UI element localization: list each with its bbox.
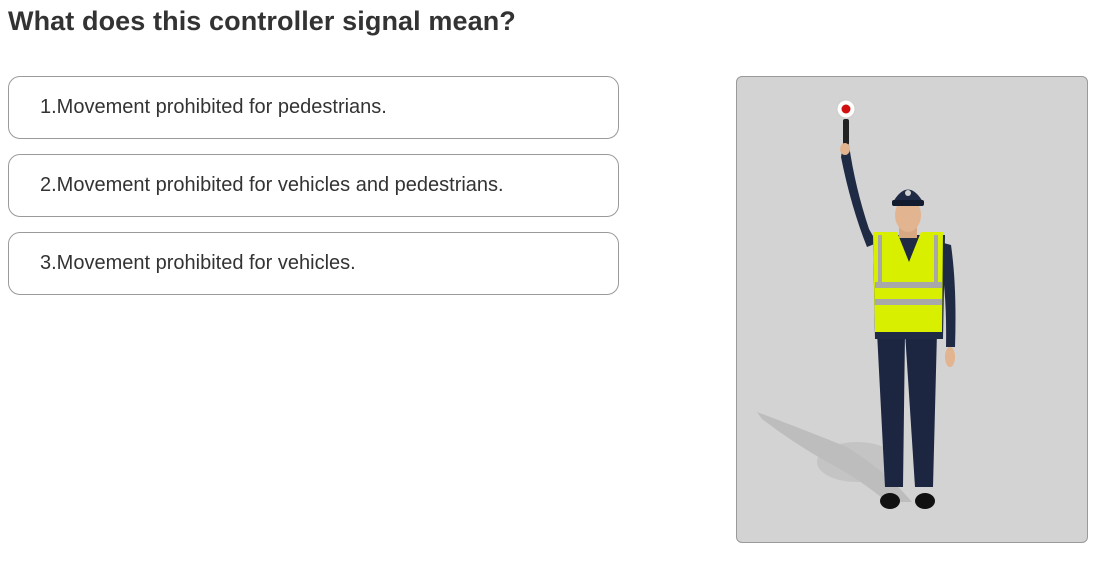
lowered-hand	[945, 347, 955, 367]
question-illustration	[736, 76, 1088, 543]
answer-option-2-label: 2.Movement prohibited for vehicles and p…	[40, 174, 504, 196]
answer-option-3[interactable]: 3.Movement prohibited for vehicles.	[8, 232, 619, 295]
raised-arm	[841, 145, 877, 247]
signal-baton	[836, 99, 856, 145]
hand	[840, 143, 850, 155]
answer-option-3-label: 3.Movement prohibited for vehicles.	[40, 252, 356, 274]
answer-option-1-label: 1.Movement prohibited for pedestrians.	[40, 96, 387, 118]
answer-list: 1.Movement prohibited for pedestrians. 2…	[8, 76, 619, 310]
traffic-controller-illustration	[757, 99, 956, 509]
police-cap	[892, 189, 924, 206]
right-leg	[905, 332, 937, 487]
answer-option-2[interactable]: 2.Movement prohibited for vehicles and p…	[8, 154, 619, 217]
answer-option-1[interactable]: 1.Movement prohibited for pedestrians.	[8, 76, 619, 139]
left-shoe	[880, 493, 900, 509]
right-shoe	[915, 493, 935, 509]
question-title: What does this controller signal mean?	[8, 6, 516, 36]
